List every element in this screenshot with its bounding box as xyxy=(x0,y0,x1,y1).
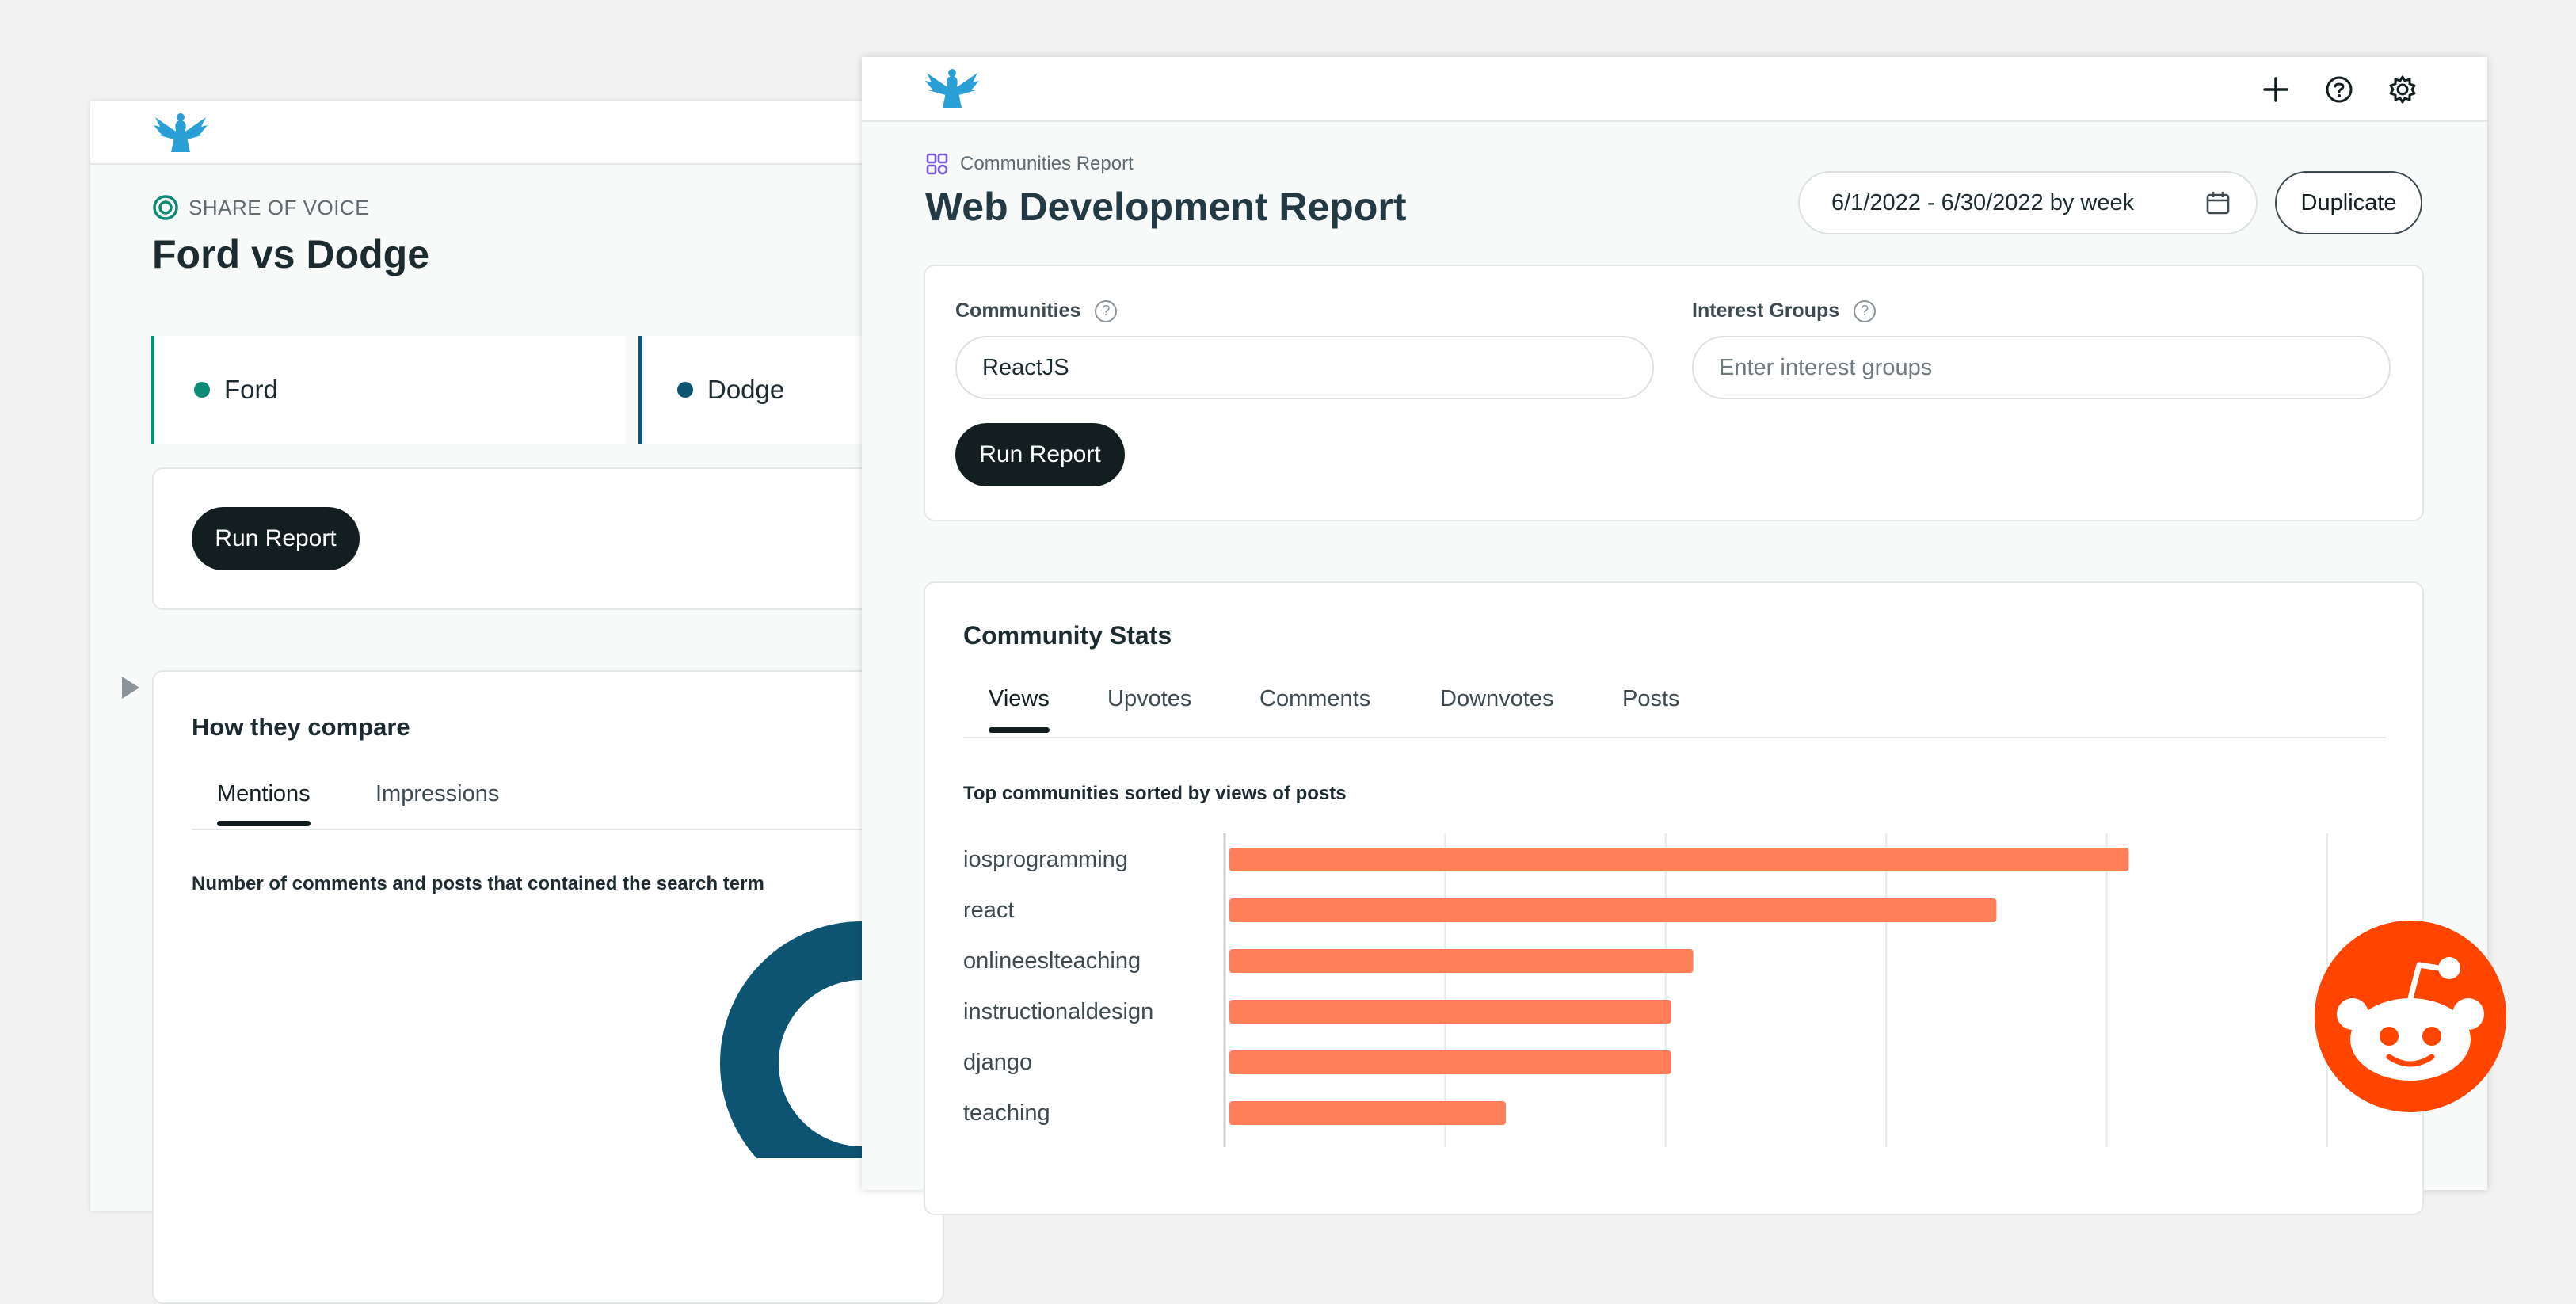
tab-label: Downvotes xyxy=(1440,686,1554,711)
field-label-text: Communities xyxy=(955,299,1081,322)
bar[interactable] xyxy=(1229,1000,1671,1024)
category-label: onlineeslteaching xyxy=(963,948,1141,974)
category-label: react xyxy=(963,898,1014,923)
top-bar xyxy=(862,57,2487,122)
chart-subtitle: Top communities sorted by views of posts xyxy=(963,783,1347,804)
category-label: iosprogramming xyxy=(963,847,1128,872)
ford-color-dot xyxy=(194,382,210,398)
communities-report-window: Communities Report Web Development Repor… xyxy=(862,57,2487,1215)
kicker-text: SHARE OF VOICE xyxy=(189,195,370,219)
date-range-value: 6/1/2022 - 6/30/2022 by week xyxy=(1831,189,2135,215)
tab-comments[interactable]: Comments xyxy=(1259,686,1370,712)
chart-subtitle: Number of comments and posts that contai… xyxy=(192,873,764,894)
run-report-panel: Run Report xyxy=(152,467,944,610)
breadcrumb: Communities Report xyxy=(925,151,1134,177)
eagle-logo-icon[interactable] xyxy=(924,68,981,112)
interest-groups-label: Interest Groups ? xyxy=(1692,299,1877,322)
tab-impressions[interactable]: Impressions xyxy=(375,781,499,807)
community-views-bar-chart: iosprogramming react onlineeslteaching inst… xyxy=(963,833,2328,1147)
category-label: django xyxy=(963,1050,1032,1075)
bar[interactable] xyxy=(1229,1050,1671,1074)
help-icon[interactable]: ? xyxy=(1854,299,1877,322)
plus-icon[interactable] xyxy=(2258,71,2294,108)
breadcrumb-text[interactable]: Communities Report xyxy=(960,153,1134,175)
expand-arrow-icon[interactable] xyxy=(122,677,139,699)
dodge-color-dot xyxy=(677,382,693,398)
communities-icon xyxy=(926,153,948,175)
section-title: Community Stats xyxy=(963,621,1172,650)
bar[interactable] xyxy=(1229,848,2129,871)
bar[interactable] xyxy=(1229,949,1694,973)
tab-label: Comments xyxy=(1259,686,1371,711)
date-range-picker[interactable]: 6/1/2022 - 6/30/2022 by week xyxy=(1798,171,2258,234)
communities-input[interactable]: ReactJS xyxy=(955,336,1654,399)
tab-label: Upvotes xyxy=(1107,686,1192,711)
run-report-button[interactable]: Run Report xyxy=(192,507,360,570)
tab-label: Mentions xyxy=(217,781,311,806)
tab-posts[interactable]: Posts xyxy=(1622,686,1680,712)
filter-panel: Communities ? ReactJS Interest Groups ? … xyxy=(924,265,2424,521)
calendar-icon xyxy=(2206,192,2230,215)
section-title: How they compare xyxy=(192,713,410,741)
tab-label: Views xyxy=(989,686,1050,711)
active-tab-indicator xyxy=(217,821,311,826)
page-title: Ford vs Dodge xyxy=(152,232,430,276)
category-label: teaching xyxy=(963,1100,1050,1126)
bar[interactable] xyxy=(1229,898,1997,922)
share-of-voice-window: SHARE OF VOICE Ford vs Dodge Ford Dodge … xyxy=(90,101,955,1304)
share-of-voice-icon xyxy=(153,195,178,220)
duplicate-button[interactable]: Duplicate xyxy=(2275,171,2422,234)
tab-upvotes[interactable]: Upvotes xyxy=(1107,686,1191,712)
report-type-label: SHARE OF VOICE xyxy=(152,193,369,222)
field-label-text: Interest Groups xyxy=(1692,299,1840,322)
tab-views[interactable]: Views xyxy=(989,686,1050,733)
top-bar xyxy=(90,101,882,165)
run-report-button[interactable]: Run Report xyxy=(955,423,1125,486)
tab-downvotes[interactable]: Downvotes xyxy=(1440,686,1553,712)
reddit-logo-icon xyxy=(2315,921,2506,1112)
page-title: Web Development Report xyxy=(925,185,1407,229)
compare-tabs: Mentions Impressions xyxy=(192,776,952,830)
help-icon[interactable]: ? xyxy=(1095,299,1118,322)
interest-groups-input[interactable]: Enter interest groups xyxy=(1692,336,2391,399)
bar[interactable] xyxy=(1229,1101,1506,1125)
community-stats-panel: Community Stats Views Upvotes Comments D… xyxy=(924,581,2424,1215)
tab-label: Posts xyxy=(1622,686,1680,711)
category-label: instructionaldesign xyxy=(963,999,1153,1024)
tab-label: Impressions xyxy=(375,781,500,806)
help-icon[interactable] xyxy=(2321,71,2357,108)
gear-icon[interactable] xyxy=(2384,71,2421,108)
tab-mentions[interactable]: Mentions xyxy=(217,781,311,826)
stats-tabs: Views Upvotes Comments Downvotes Posts xyxy=(963,681,2386,738)
brand-card-ford[interactable]: Ford xyxy=(151,336,626,444)
eagle-logo-icon[interactable] xyxy=(152,112,209,157)
brand-label: Ford xyxy=(224,375,278,404)
brand-label: Dodge xyxy=(707,375,785,404)
active-tab-indicator xyxy=(989,727,1050,733)
communities-label: Communities ? xyxy=(955,299,1118,322)
compare-panel: How they compare Mentions Impressions Nu… xyxy=(152,670,952,1304)
